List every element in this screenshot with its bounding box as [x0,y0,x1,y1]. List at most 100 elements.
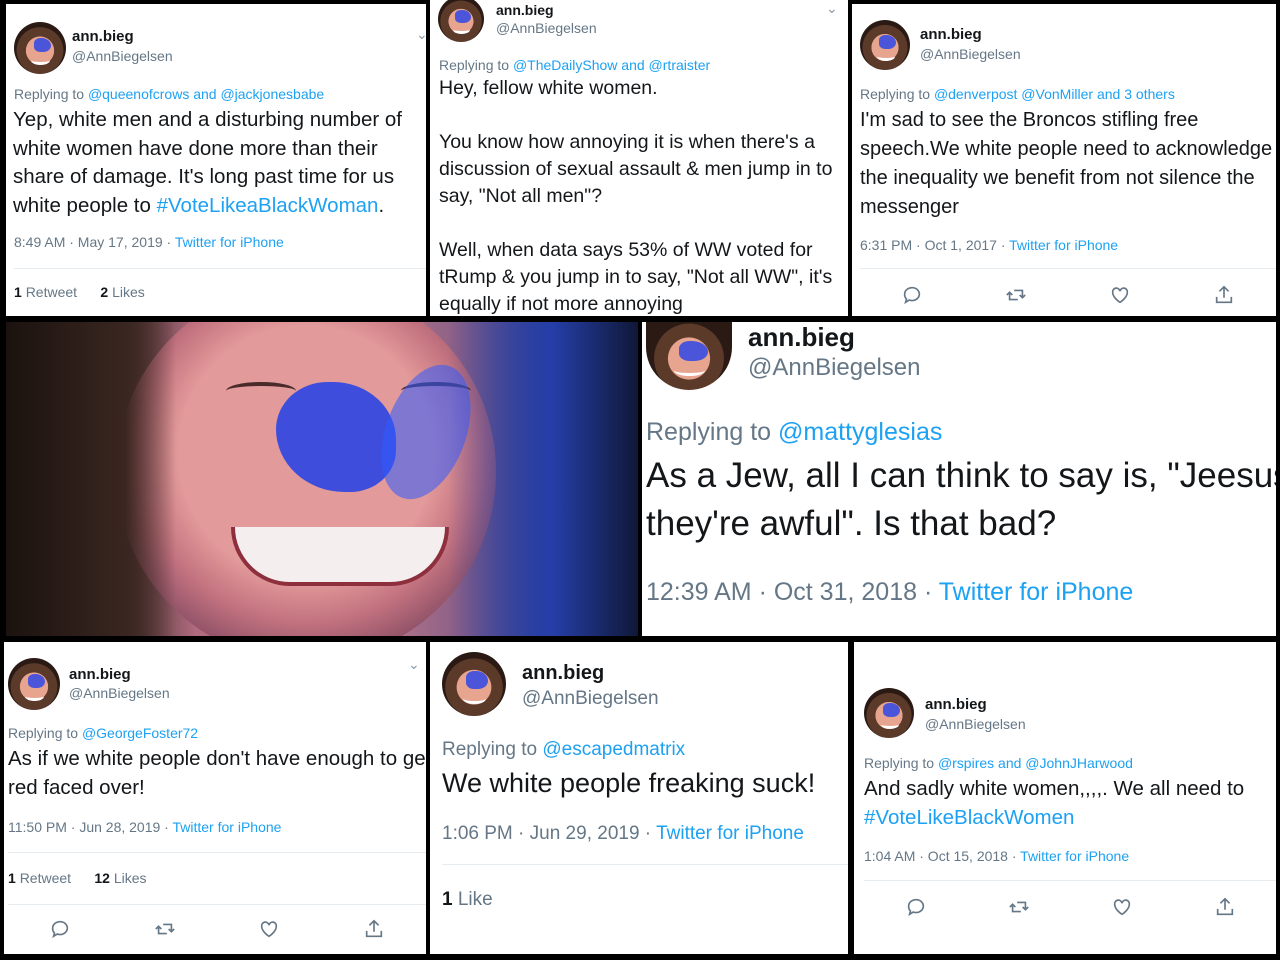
like-count[interactable]: 1 [442,889,453,910]
like-count[interactable]: 2 [100,284,108,300]
display-name[interactable]: ann.bieg [925,696,987,713]
user-handle[interactable]: @AnnBiegelsen [69,685,170,701]
tweet-text: Hey, fellow white women. You know how an… [439,75,844,316]
retweet-icon[interactable] [1008,896,1030,923]
hashtag-link[interactable]: #VoteLikeBlackWomen [864,803,1274,832]
like-label[interactable]: Likes [114,870,147,886]
divider [860,268,1276,269]
retweet-label[interactable]: Retweet [20,870,71,886]
like-icon[interactable] [1111,896,1133,923]
reply-icon[interactable] [49,918,71,945]
user-handle[interactable]: @AnnBiegelsen [72,48,173,64]
tweet-timestamp: 8:49 AM · May 17, 2019 · Twitter for iPh… [14,234,284,250]
tweet-time[interactable]: 1:04 AM · Oct 15, 2018 · [864,848,1020,864]
divider [8,904,426,905]
divider [864,880,1276,881]
avatar[interactable] [646,322,732,390]
user-handle[interactable]: @AnnBiegelsen [748,354,920,382]
reply-context: Replying to @mattyglesias [646,418,942,447]
share-icon[interactable] [1214,896,1236,923]
reply-context: Replying to @TheDailyShow and @rtraister [439,57,710,73]
tweet-time[interactable]: 8:49 AM · May 17, 2019 · [14,234,175,250]
reply-prefix: Replying to [864,755,935,771]
divider [442,864,848,865]
tweet-card-3: ann.bieg @AnnBiegelsen Replying to @denv… [852,4,1276,316]
reply-context: Replying to @queenofcrows and @jackjones… [14,86,324,102]
chevron-down-icon[interactable]: ⌄ [408,656,420,673]
tweet-actions [860,284,1276,311]
tweet-text-end: . [378,193,385,217]
tweet-stats: 1 Retweet 12 Likes [8,870,147,886]
tweet-text: As a Jew, all I can think to say is, "Je… [646,452,1276,548]
retweet-label[interactable]: Retweet [26,284,77,300]
tweet-time[interactable]: 6:31 PM · Oct 1, 2017 · [860,237,1009,253]
tweet-card-7: ann.bieg @AnnBiegelsen Replying to @rspi… [854,642,1276,954]
reply-icon[interactable] [905,896,927,923]
tweet-time[interactable]: 1:06 PM · Jun 29, 2019 · [442,823,656,844]
reply-mentions[interactable]: @queenofcrows and @jackjonesbabe [88,86,324,102]
tweet-source[interactable]: Twitter for iPhone [1009,237,1118,253]
avatar[interactable] [8,658,60,710]
tweet-timestamp: 11:50 PM · Jun 28, 2019 · Twitter for iP… [8,819,281,835]
tweet-card-6: ann.bieg @AnnBiegelsen Replying to @esca… [430,642,848,954]
tweet-source[interactable]: Twitter for iPhone [172,819,281,835]
tweet-source[interactable]: Twitter for iPhone [1020,848,1129,864]
tweet-source[interactable]: Twitter for iPhone [656,823,804,844]
reply-prefix: Replying to [442,739,538,760]
retweet-count[interactable]: 1 [8,870,16,886]
display-name[interactable]: ann.bieg [748,322,855,353]
display-name[interactable]: ann.bieg [522,662,604,685]
like-label[interactable]: Likes [112,284,145,300]
reply-mentions[interactable]: @mattyglesias [778,418,942,446]
retweet-count[interactable]: 1 [14,284,22,300]
reply-prefix: Replying to [14,86,85,102]
hair-shape [6,322,176,636]
avatar[interactable] [14,22,66,74]
tweet-timestamp: 6:31 PM · Oct 1, 2017 · Twitter for iPho… [860,237,1118,253]
avatar[interactable] [442,652,506,716]
display-name[interactable]: ann.bieg [72,28,134,45]
profile-photo [6,322,638,636]
tweet-source[interactable]: Twitter for iPhone [175,234,284,250]
avatar[interactable] [864,688,914,738]
reply-prefix: Replying to [646,418,772,446]
tweet-time[interactable]: 12:39 AM · Oct 31, 2018 · [646,578,939,606]
reply-mentions[interactable]: @denverpost @VonMiller and 3 others [934,86,1175,102]
like-label[interactable]: Like [458,889,493,910]
tweet-text-main: As a Jew, all I can think to say is, "Je… [646,456,1276,543]
hashtag-link[interactable]: #VoteLikeaBlackWoman [157,194,379,217]
user-handle[interactable]: @AnnBiegelsen [496,20,597,36]
tweet-time[interactable]: 11:50 PM · Jun 28, 2019 · [8,819,172,835]
share-icon[interactable] [1213,284,1235,311]
reply-icon[interactable] [901,284,923,311]
tweet-card-2: ann.bieg @AnnBiegelsen ⌄ Replying to @Th… [430,0,848,316]
tweet-text-main: I'm sad to see the Broncos stifling free… [860,109,1273,218]
display-name[interactable]: ann.bieg [920,26,982,43]
tweet-card-1: ann.bieg @AnnBiegelsen ⌄ Replying to @qu… [6,4,426,316]
retweet-icon[interactable] [1005,284,1027,311]
reply-mentions[interactable]: @rspires and @JohnJHarwood [938,755,1133,771]
reply-mentions[interactable]: @GeorgeFoster72 [82,725,198,741]
user-handle[interactable]: @AnnBiegelsen [920,46,1021,62]
tweet-paragraph: You know how annoying it is when there's… [439,131,833,207]
display-name[interactable]: ann.bieg [496,2,554,18]
reply-context: Replying to @escapedmatrix [442,739,685,761]
avatar[interactable] [860,20,910,70]
user-handle[interactable]: @AnnBiegelsen [522,688,659,710]
reply-mentions[interactable]: @escapedmatrix [542,739,685,760]
tweet-paragraph: Well, when data says 53% of WW voted for… [439,239,833,315]
like-icon[interactable] [258,918,280,945]
like-icon[interactable] [1109,284,1131,311]
display-name[interactable]: ann.bieg [69,666,131,683]
chevron-down-icon[interactable]: ⌄ [416,26,426,43]
retweet-icon[interactable] [154,918,176,945]
avatar[interactable] [438,0,484,42]
like-count[interactable]: 12 [94,870,110,886]
reply-mentions[interactable]: @TheDailyShow and @rtraister [513,57,710,73]
share-icon[interactable] [363,918,385,945]
tweet-timestamp: 12:39 AM · Oct 31, 2018 · Twitter for iP… [646,578,1133,607]
reply-context: Replying to @rspires and @JohnJHarwood [864,755,1133,771]
tweet-source[interactable]: Twitter for iPhone [939,578,1134,606]
chevron-down-icon[interactable]: ⌄ [826,0,838,17]
user-handle[interactable]: @AnnBiegelsen [925,716,1026,732]
